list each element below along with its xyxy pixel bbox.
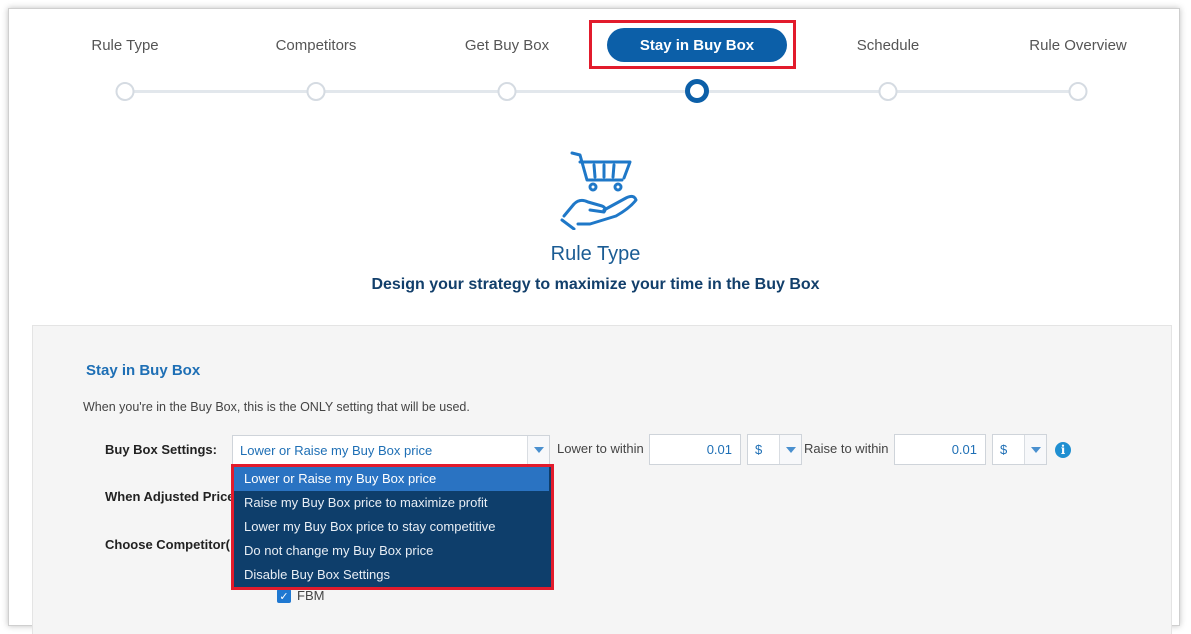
fbm-label: FBM bbox=[297, 588, 325, 603]
buy-box-settings-value: Lower or Raise my Buy Box price bbox=[240, 442, 433, 458]
step-node-rule-type[interactable] bbox=[115, 82, 135, 101]
step-node-schedule[interactable] bbox=[878, 82, 898, 101]
step-highlight-box bbox=[589, 20, 796, 69]
hero-title: Rule Type bbox=[550, 243, 641, 265]
step-node-rule-overview[interactable] bbox=[1068, 82, 1088, 101]
chevron-down-icon[interactable] bbox=[779, 435, 801, 464]
lower-unit-select[interactable]: $ bbox=[747, 434, 802, 465]
step-schedule[interactable]: Schedule bbox=[857, 37, 920, 54]
buy-box-settings-select[interactable]: Lower or Raise my Buy Box price bbox=[232, 435, 550, 465]
dropdown-highlight-box bbox=[231, 464, 554, 590]
lower-unit-value: $ bbox=[755, 442, 763, 457]
step-node-competitors[interactable] bbox=[306, 82, 326, 101]
section-description: When you're in the Buy Box, this is the … bbox=[83, 400, 470, 414]
section-title: Stay in Buy Box bbox=[86, 362, 201, 379]
when-adjusted-price-label: When Adjusted Price bbox=[105, 489, 235, 504]
raise-to-within-label: Raise to within bbox=[804, 441, 889, 456]
lower-to-within-label: Lower to within bbox=[557, 441, 644, 456]
chevron-down-icon[interactable] bbox=[527, 436, 549, 464]
step-competitors[interactable]: Competitors bbox=[276, 37, 357, 54]
settings-panel bbox=[32, 325, 1172, 634]
fbm-checkbox[interactable]: ✓ bbox=[277, 589, 291, 603]
hero-subtitle: Design your strategy to maximize your ti… bbox=[371, 276, 820, 293]
chevron-down-icon[interactable] bbox=[1024, 435, 1046, 464]
raise-unit-select[interactable]: $ bbox=[992, 434, 1047, 465]
step-rule-overview[interactable]: Rule Overview bbox=[1029, 37, 1127, 54]
step-rule-type[interactable]: Rule Type bbox=[91, 37, 158, 54]
raise-to-within-input[interactable]: 0.01 bbox=[894, 434, 986, 465]
choose-competitor-label: Choose Competitor( bbox=[105, 537, 230, 552]
stepper-track bbox=[124, 90, 1078, 93]
lower-to-within-input[interactable]: 0.01 bbox=[649, 434, 741, 465]
cart-in-hand-icon bbox=[560, 151, 638, 230]
raise-unit-value: $ bbox=[1000, 442, 1008, 457]
step-node-get-buy-box[interactable] bbox=[497, 82, 517, 101]
step-node-stay-in-buy-box[interactable] bbox=[685, 79, 709, 103]
info-icon[interactable]: i bbox=[1055, 442, 1071, 458]
buy-box-settings-label: Buy Box Settings: bbox=[105, 442, 217, 457]
step-get-buy-box[interactable]: Get Buy Box bbox=[465, 37, 549, 54]
